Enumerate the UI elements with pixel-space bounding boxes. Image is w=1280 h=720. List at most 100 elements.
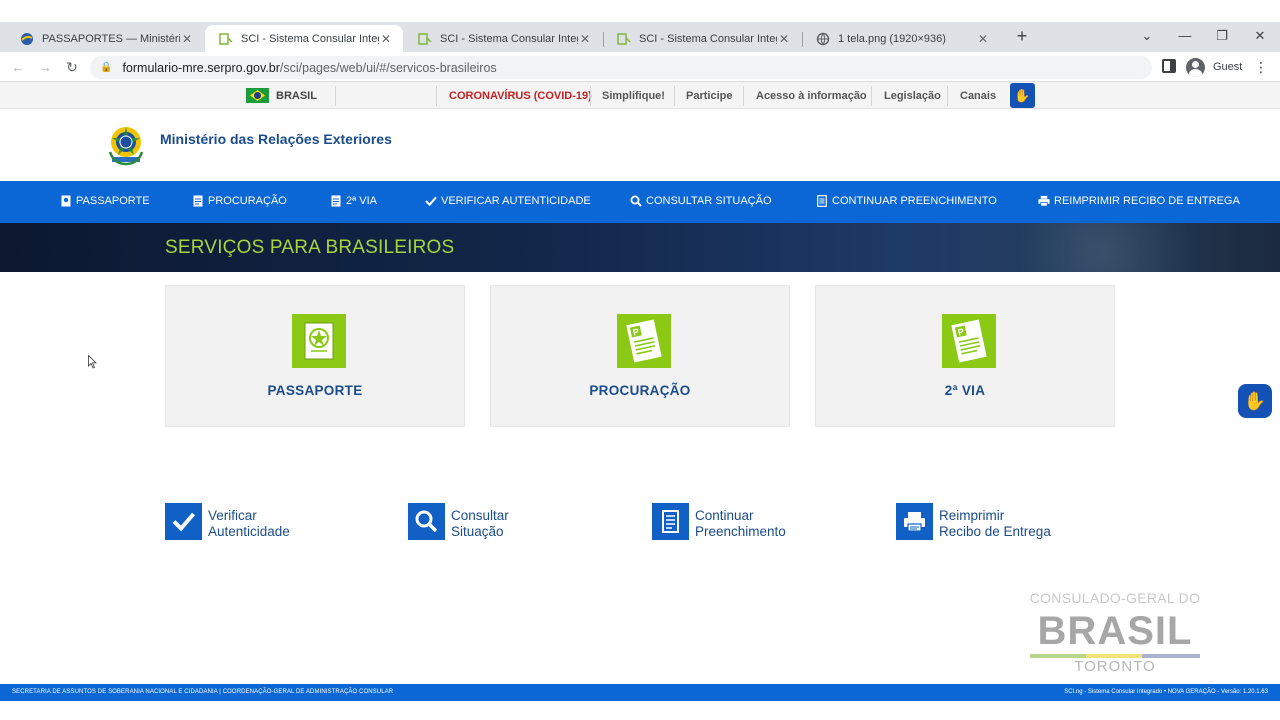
close-tab-icon[interactable]: ✕ bbox=[777, 32, 791, 46]
gov-separator bbox=[743, 86, 744, 106]
menu-item-label: REIMPRIMIR RECIBO DE ENTREGA bbox=[1054, 195, 1240, 207]
tab-title: 1 tela.png (1920×936) bbox=[838, 32, 946, 45]
service-card-passaporte[interactable]: PASSAPORTE bbox=[165, 285, 465, 427]
gov-separator bbox=[590, 86, 591, 106]
tab-search-chevron-down-icon[interactable]: ⌄ bbox=[1132, 24, 1162, 48]
gov-bar: BRASIL CORONAVÍRUS (COVID-19) Simplifiqu… bbox=[0, 82, 1280, 109]
close-window-button[interactable]: ✕ bbox=[1245, 24, 1275, 48]
browser-tab-sci-3[interactable]: SCI - Sistema Consular Integrado ✕ bbox=[603, 25, 801, 52]
new-tab-button[interactable]: + bbox=[1012, 26, 1032, 46]
menu-item-reimprimir-recibo[interactable]: REIMPRIMIR RECIBO DE ENTREGA bbox=[1038, 195, 1240, 207]
tab-bar: PASSAPORTES — Ministério das R ✕ SCI - S… bbox=[0, 22, 1280, 52]
search-icon bbox=[408, 503, 445, 540]
menu-item-2a-via[interactable]: 2ª VIA bbox=[330, 195, 377, 207]
minimize-window-button[interactable]: — bbox=[1170, 24, 1200, 48]
watermark-line1: CONSULADO-GERAL DO bbox=[1029, 590, 1201, 606]
back-arrow-icon[interactable]: ← bbox=[8, 57, 28, 77]
document-p-icon: P bbox=[942, 314, 996, 368]
quick-link-line2: Situação bbox=[451, 524, 504, 539]
gov-link-canais[interactable]: Canais bbox=[960, 90, 996, 102]
restore-window-button[interactable]: ❐ bbox=[1207, 24, 1237, 48]
tab-title: SCI - Sistema Consular Integrado bbox=[241, 32, 379, 45]
profile-button[interactable]: Guest bbox=[1186, 57, 1242, 77]
passport-icon bbox=[292, 314, 346, 368]
watermark-line3: TORONTO bbox=[1074, 658, 1156, 675]
quick-link-verificar-autenticidade[interactable]: Verificar Autenticidade bbox=[165, 503, 290, 540]
quick-link-line2: Preenchimento bbox=[695, 524, 786, 539]
close-tab-icon[interactable]: ✕ bbox=[379, 32, 393, 46]
gov-separator bbox=[674, 86, 675, 106]
coat-of-arms-icon bbox=[108, 127, 144, 166]
site-header: Ministério das Relações Exteriores bbox=[0, 109, 1280, 181]
avatar-icon bbox=[1186, 57, 1205, 77]
gov-link-simplifique[interactable]: Simplifique! bbox=[602, 90, 665, 102]
tab-title: PASSAPORTES — Ministério das R bbox=[42, 32, 180, 45]
card-label: PROCURAÇÃO bbox=[589, 383, 691, 398]
form-icon bbox=[816, 195, 828, 207]
checkmark-icon bbox=[165, 503, 202, 540]
accessibility-hands-icon[interactable]: ✋ bbox=[1010, 83, 1035, 108]
mouse-cursor-icon bbox=[88, 355, 97, 369]
accessibility-hands-icon[interactable]: ✋ bbox=[1238, 384, 1272, 418]
gov-link-participe[interactable]: Participe bbox=[686, 90, 732, 102]
side-panel-icon[interactable] bbox=[1162, 59, 1176, 73]
menu-item-label: PASSAPORTE bbox=[76, 195, 150, 207]
menu-item-label: CONTINUAR PREENCHIMENTO bbox=[832, 195, 997, 207]
menu-item-verificar-autenticidade[interactable]: VERIFICAR AUTENTICIDADE bbox=[425, 195, 591, 207]
menu-item-label: CONSULTAR SITUAÇÃO bbox=[646, 195, 772, 207]
close-tab-icon[interactable]: ✕ bbox=[180, 32, 194, 46]
consulate-watermark: CONSULADO-GERAL DO BRASIL TORONTO bbox=[1010, 590, 1220, 675]
gov-separator bbox=[436, 86, 437, 106]
tab-title: SCI - Sistema Consular Integrado bbox=[639, 32, 777, 45]
browser-tab-sci-active[interactable]: SCI - Sistema Consular Integrado ✕ bbox=[205, 25, 403, 52]
watermark-line2: BRASIL bbox=[1037, 609, 1193, 653]
card-label: PASSAPORTE bbox=[267, 383, 363, 398]
gov-link-coronavirus[interactable]: CORONAVÍRUS (COVID-19) bbox=[449, 90, 592, 102]
menu-item-procuracao[interactable]: PROCURAÇÃO bbox=[192, 195, 287, 207]
gov-separator bbox=[335, 86, 336, 106]
search-icon bbox=[630, 195, 642, 207]
document-p-icon: P bbox=[617, 314, 671, 368]
quick-link-line1: Reimprimir bbox=[939, 508, 1005, 523]
service-card-2a-via[interactable]: P 2ª VIA bbox=[815, 285, 1115, 427]
close-tab-icon[interactable]: ✕ bbox=[976, 32, 990, 46]
forward-arrow-icon[interactable]: → bbox=[35, 57, 55, 77]
menu-item-consultar-situacao[interactable]: CONSULTAR SITUAÇÃO bbox=[630, 195, 772, 207]
menu-item-continuar-preenchimento[interactable]: CONTINUAR PREENCHIMENTO bbox=[816, 195, 997, 207]
url-host: formulario-mre.serpro.gov.br bbox=[122, 60, 280, 75]
window-top-strip bbox=[0, 0, 1280, 22]
browser-tab-image[interactable]: 1 tela.png (1920×936) ✕ bbox=[802, 25, 1000, 52]
ministry-title[interactable]: Ministério das Relações Exteriores bbox=[160, 131, 392, 147]
quick-link-line1: Consultar bbox=[451, 508, 509, 523]
kebab-menu-icon[interactable]: ⋮ bbox=[1254, 57, 1268, 77]
quick-link-reimprimir-recibo[interactable]: Reimprimir Recibo de Entrega bbox=[896, 503, 1051, 540]
browser-tab-sci-2[interactable]: SCI - Sistema Consular Integrado ✕ bbox=[404, 25, 602, 52]
menu-item-label: PROCURAÇÃO bbox=[208, 195, 287, 207]
sci-favicon-icon bbox=[617, 32, 631, 46]
gov-link-legislacao[interactable]: Legislação bbox=[884, 90, 941, 102]
menu-item-label: 2ª VIA bbox=[346, 195, 377, 207]
menu-item-passaporte[interactable]: PASSAPORTE bbox=[60, 195, 150, 207]
url-input[interactable]: 🔒 formulario-mre.serpro.gov.br/sci/pages… bbox=[90, 56, 1152, 79]
reload-icon[interactable]: ↻ bbox=[62, 57, 82, 77]
document-icon bbox=[330, 195, 342, 207]
gov-country-label: BRASIL bbox=[276, 89, 317, 102]
quick-link-consultar-situacao[interactable]: Consultar Situação bbox=[408, 503, 509, 540]
printer-icon bbox=[1038, 195, 1050, 207]
globe-favicon-icon bbox=[816, 32, 830, 46]
lock-icon: 🔒 bbox=[100, 62, 113, 73]
close-tab-icon[interactable]: ✕ bbox=[578, 32, 592, 46]
gov-brasil-link[interactable]: BRASIL bbox=[246, 88, 317, 103]
footer-left-text: SECRETARIA DE ASSUNTOS DE SOBERANIA NACI… bbox=[12, 689, 394, 695]
quick-link-text: Continuar Preenchimento bbox=[695, 508, 786, 540]
quick-link-line1: Verificar bbox=[208, 508, 257, 523]
tab-title: SCI - Sistema Consular Integrado bbox=[440, 32, 578, 45]
quick-link-continuar-preenchimento[interactable]: Continuar Preenchimento bbox=[652, 503, 786, 540]
gov-link-acesso-informacao[interactable]: Acesso à informação bbox=[756, 90, 867, 102]
gov-separator bbox=[871, 86, 872, 106]
service-card-procuracao[interactable]: P PROCURAÇÃO bbox=[490, 285, 790, 427]
browser-tab-passaportes[interactable]: PASSAPORTES — Ministério das R ✕ bbox=[6, 25, 204, 52]
page-banner: SERVIÇOS PARA BRASILEIROS bbox=[0, 223, 1280, 272]
sci-favicon-icon bbox=[418, 32, 432, 46]
address-bar: ← → ↻ 🔒 formulario-mre.serpro.gov.br/sci… bbox=[0, 52, 1280, 82]
